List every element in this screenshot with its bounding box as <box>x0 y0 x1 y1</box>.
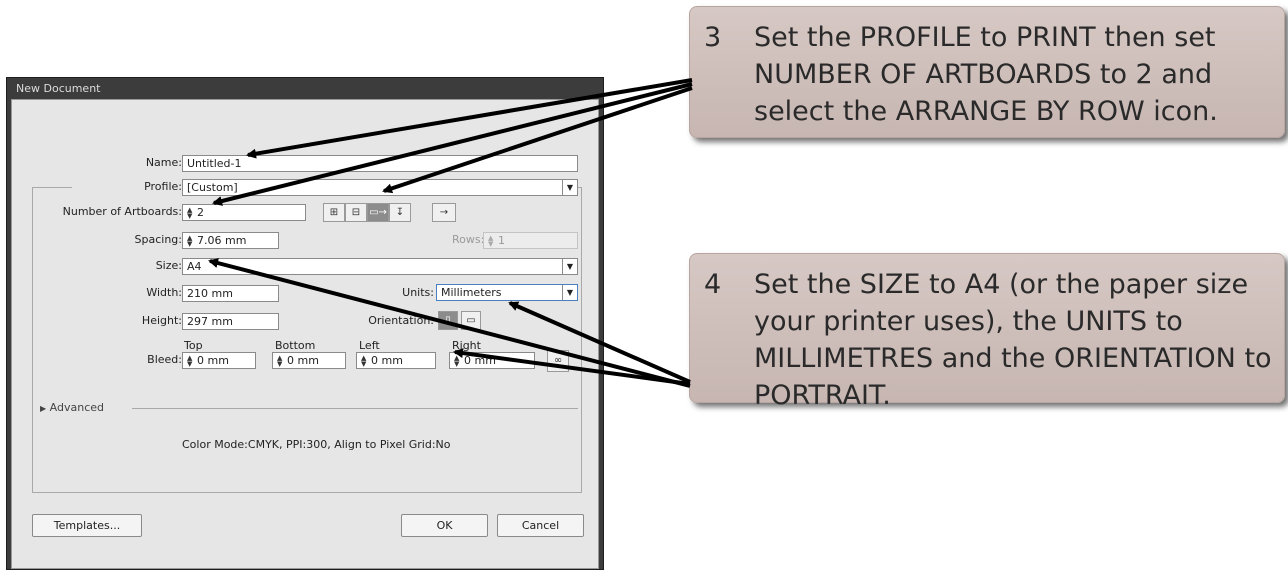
arrow-to-profile <box>246 78 693 159</box>
arrow-to-arrange-row <box>382 86 693 194</box>
arrow-to-size <box>208 258 691 388</box>
arrow-to-artboards <box>212 82 693 206</box>
pointer-arrows <box>208 78 693 388</box>
